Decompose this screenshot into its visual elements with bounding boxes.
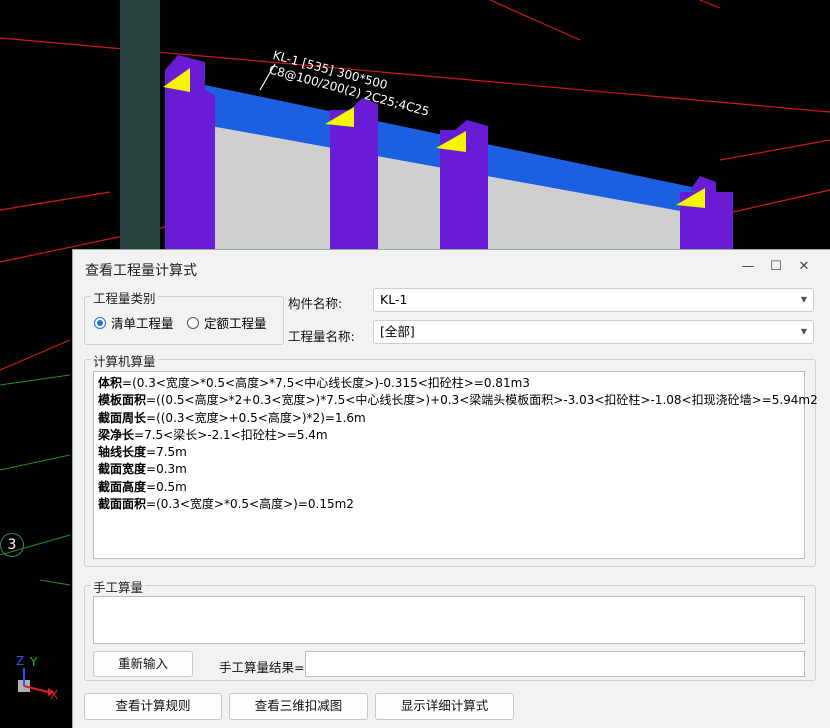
axis-gizmo — [18, 668, 54, 696]
axis-x-label: X — [50, 688, 59, 702]
formula-line: 模板面积=((0.5<高度>*2+0.3<宽度>)*7.5<中心线长度>)+0.… — [98, 392, 818, 409]
formula-line: 体积=(0.3<宽度>*0.5<高度>*7.5<中心线长度>)-0.315<扣砼… — [98, 375, 800, 392]
axis-z-label: Z — [16, 654, 25, 668]
formula-key: 体积 — [98, 376, 123, 390]
formula-key: 截面高度 — [98, 479, 147, 494]
component-name-value: KL-1 — [380, 292, 408, 307]
formula-line: 轴线长度=7.5m — [98, 444, 800, 461]
manual-quantity-title: 手工算量 — [91, 577, 146, 596]
radio-bill-quantity-indicator[interactable] — [94, 316, 106, 329]
radio-quota-quantity-indicator[interactable] — [187, 316, 199, 329]
radio-quota-quantity-label: 定额工程量 — [204, 316, 267, 331]
formula-expression: =(0.3<宽度>*0.5<高度>*7.5<中心线长度>)-0.315<扣砼柱>… — [122, 376, 530, 390]
background-column — [120, 0, 160, 252]
chevron-down-icon: ▼ — [800, 327, 807, 336]
formula-expression: =0.5m — [146, 479, 187, 494]
manual-input-textarea[interactable] — [93, 596, 805, 644]
formula-line: 梁净长=7.5<梁长>-2.1<扣砼柱>=5.4m — [98, 427, 800, 444]
close-button[interactable]: ✕ — [795, 258, 813, 276]
manual-result-field[interactable] — [305, 651, 805, 677]
radio-bill-quantity[interactable]: 清单工程量 — [94, 313, 174, 332]
quantity-formula-dialog: 查看工程量计算式 — ☐ ✕ 工程量类别 清单工程量 定额工程量 构件名称: K… — [72, 249, 830, 728]
formula-key: 轴线长度 — [98, 445, 147, 460]
formula-key: 截面宽度 — [98, 462, 147, 477]
radio-bill-quantity-label: 清单工程量 — [111, 316, 174, 331]
minimize-button[interactable]: — — [739, 258, 757, 276]
component-name-select[interactable]: KL-1 ▼ — [373, 288, 814, 312]
formula-expression: =0.3m — [146, 462, 187, 477]
formula-textbox[interactable]: 体积=(0.3<宽度>*0.5<高度>*7.5<中心线长度>)-0.315<扣砼… — [93, 371, 818, 559]
axis-y-label: Y — [30, 655, 38, 669]
show-detail-formula-button[interactable]: 显示详细计算式 — [375, 693, 514, 720]
formula-line: 截面宽度=0.3m — [98, 461, 800, 478]
reinput-button[interactable]: 重新输入 — [93, 651, 193, 677]
maximize-button[interactable]: ☐ — [767, 258, 785, 276]
formula-line: 截面高度=0.5m — [98, 479, 800, 496]
formula-key: 截面面积 — [98, 497, 147, 512]
manual-result-label: 手工算量结果= — [219, 660, 305, 675]
formula-expression: =7.5<梁长>-2.1<扣砼柱>=5.4m — [134, 427, 328, 442]
view-rules-button[interactable]: 查看计算规则 — [84, 693, 222, 720]
radio-quota-quantity[interactable]: 定额工程量 — [187, 313, 267, 332]
component-name-label: 构件名称: — [288, 296, 343, 311]
formula-expression: =((0.3<宽度>+0.5<高度>)*2)=1.6m — [146, 410, 366, 425]
formula-key: 模板面积 — [98, 393, 147, 408]
quantity-name-select[interactable]: [全部] ▼ — [373, 320, 814, 344]
formula-expression: =((0.5<高度>*2+0.3<宽度>)*7.5<中心线长度>)+0.3<梁端… — [146, 393, 818, 408]
quantity-name-label: 工程量名称: — [288, 329, 355, 344]
computer-quantity-title: 计算机算量 — [91, 351, 158, 370]
formula-expression: =(0.3<宽度>*0.5<高度>)=0.15m2 — [146, 497, 354, 512]
category-group-title: 工程量类别 — [91, 288, 158, 307]
quantity-name-value: [全部] — [380, 324, 415, 339]
view-3d-deduction-button[interactable]: 查看三维扣减图 — [229, 693, 368, 720]
formula-line: 截面面积=(0.3<宽度>*0.5<高度>)=0.15m2 — [98, 496, 800, 513]
formula-expression: =7.5m — [146, 445, 187, 460]
formula-key: 梁净长 — [98, 427, 135, 442]
formula-line: 截面周长=((0.3<宽度>+0.5<高度>)*2)=1.6m — [98, 410, 800, 427]
dialog-title: 查看工程量计算式 — [85, 263, 197, 279]
formula-key: 截面周长 — [98, 410, 147, 425]
axis-marker: 3 — [0, 533, 24, 557]
chevron-down-icon: ▼ — [800, 295, 807, 304]
